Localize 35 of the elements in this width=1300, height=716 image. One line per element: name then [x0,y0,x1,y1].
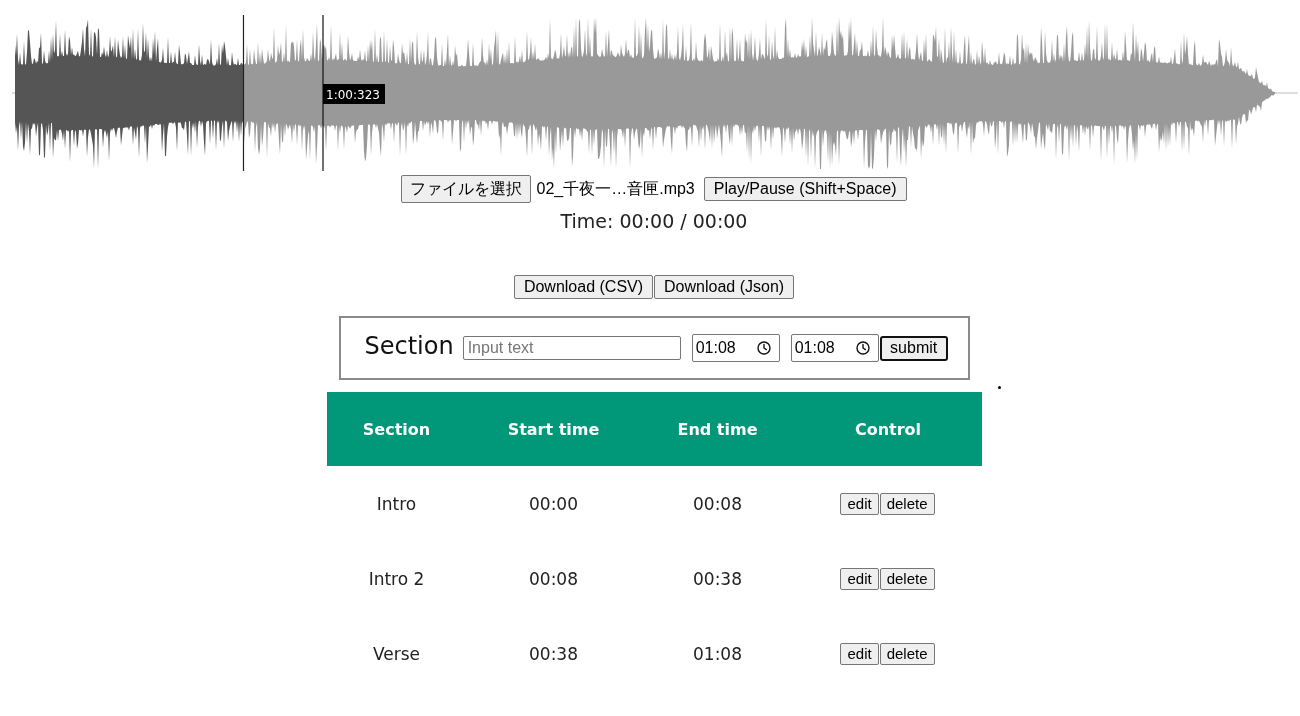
edit-button[interactable]: edit [840,567,879,590]
clock-icon [855,341,870,355]
edit-button[interactable]: edit [840,492,879,515]
waveform[interactable] [12,17,1298,169]
file-name: 02_千夜一…音匣.mp3 [536,178,695,199]
play-pause-button[interactable]: Play/Pause (Shift+Space) [703,177,907,201]
table-cell: 00:08 [640,466,795,541]
column-header: Control [794,392,982,466]
clock-icon [756,341,771,355]
table-cell: Intro [326,466,467,541]
table-cell-text: 00:38 [692,567,743,591]
table-cell-text: 01:08 [692,642,743,666]
time-field[interactable]: 01:08 [790,334,879,362]
table-cell-text: 00:38 [528,642,579,666]
column-header: Section [326,392,467,466]
column-header: End time [640,392,795,466]
time-display: Time: 00:00 / 00:00 [560,209,748,233]
delete-button[interactable]: delete [879,642,935,665]
input-field[interactable]: Input text [462,336,681,360]
edit-button[interactable]: edit [840,642,879,665]
time-field[interactable]: 01:08 [691,334,780,362]
delete-button[interactable]: delete [879,492,935,515]
dot-icon [997,386,1001,389]
table-cell: 00:00 [466,466,641,541]
section-label: Section [364,331,454,360]
table-cell-text: Verse [371,642,422,666]
download-button[interactable]: Download (CSV) [513,275,654,299]
download-button[interactable]: Download (Json) [654,275,795,299]
table-cell-text: 00:08 [528,567,579,591]
hover-time-label: 1:00:323 [323,84,385,104]
delete-button[interactable]: delete [879,567,935,590]
submit-button[interactable]: submit [879,335,948,361]
table-cell-text: Intro 2 [367,567,426,591]
column-header: Start time [466,392,641,466]
choose-file-button[interactable]: ファイルを選択 [401,175,532,203]
